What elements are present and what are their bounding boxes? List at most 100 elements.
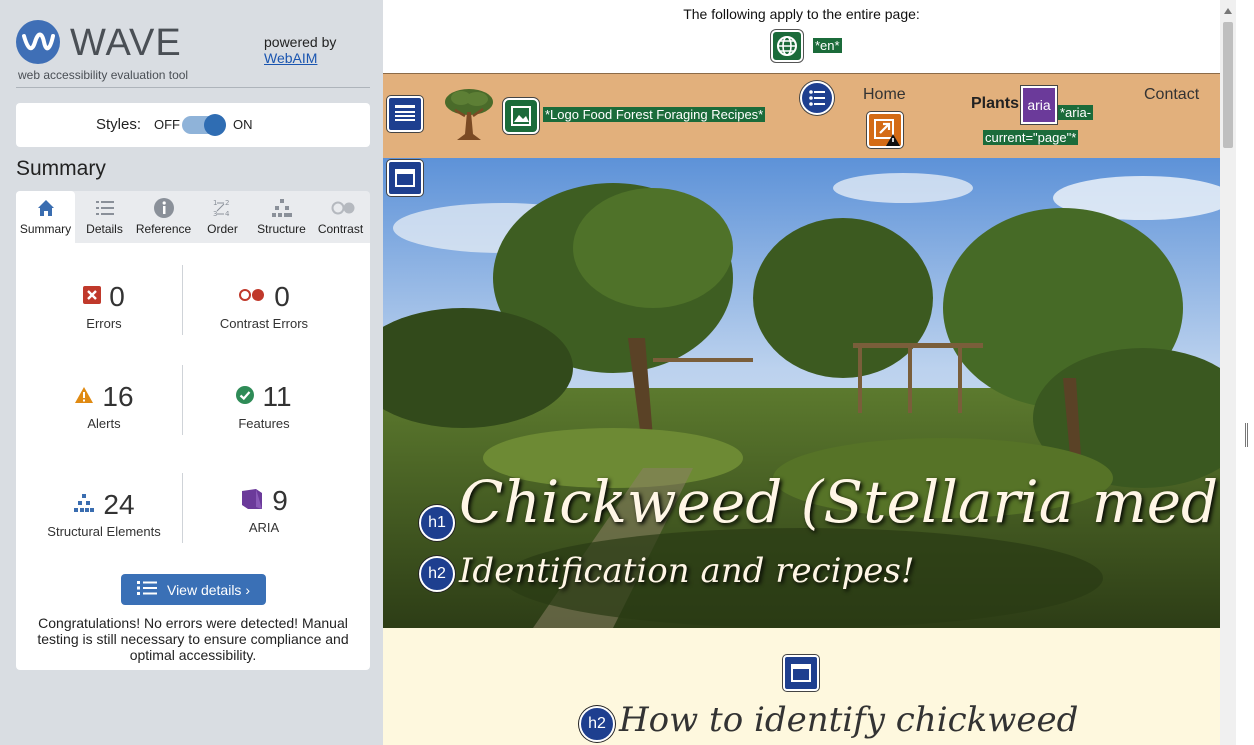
language-globe-icon[interactable] xyxy=(771,30,803,62)
summary-panel: 0 Errors 0 Contrast Errors 16 Alerts 11 … xyxy=(16,243,370,670)
evaluated-page: The following apply to the entire page: … xyxy=(383,0,1220,745)
stat-row: 9 xyxy=(184,484,344,518)
stat-aria[interactable]: 9 ARIA xyxy=(184,484,344,535)
stat-alerts[interactable]: 16 Alerts xyxy=(24,380,184,431)
svg-text:1: 1 xyxy=(213,199,217,207)
tab-contrast[interactable]: Contrast xyxy=(311,191,370,243)
nav-contact-link[interactable]: Contact xyxy=(1144,86,1199,104)
tab-details[interactable]: Details xyxy=(75,191,134,243)
alerts-count: 16 xyxy=(102,381,134,412)
language-tag: *en* xyxy=(813,38,842,53)
linked-image-icon[interactable] xyxy=(503,98,539,134)
stat-contrast-errors[interactable]: 0 Contrast Errors xyxy=(184,280,344,331)
features-count: 11 xyxy=(262,381,292,412)
error-icon xyxy=(83,285,102,309)
powered-by: powered by WebAIM xyxy=(264,34,336,66)
stat-row: 24 xyxy=(24,488,184,522)
webaim-link[interactable]: WebAIM xyxy=(264,50,336,66)
stat-errors[interactable]: 0 Errors xyxy=(24,280,184,331)
hero-banner: h1 Chickweed (Stellaria media) h2 Identi… xyxy=(383,158,1220,628)
feature-check-icon xyxy=(236,385,255,409)
styles-toggle-box: Styles: OFF ON xyxy=(16,103,370,147)
tab-label: Contrast xyxy=(317,222,364,236)
tab-label: Reference xyxy=(135,222,192,236)
styles-off-label: OFF xyxy=(154,117,180,132)
tab-label: Summary xyxy=(19,222,72,236)
tab-reference[interactable]: Reference xyxy=(134,191,193,243)
wave-tagline: web accessibility evaluation tool xyxy=(18,68,189,82)
stat-features[interactable]: 11 Features xyxy=(184,380,344,431)
aria-tag-line2: current="page"* xyxy=(983,130,1079,145)
tab-summary[interactable]: Summary xyxy=(16,191,75,243)
scroll-thumb[interactable] xyxy=(1223,22,1233,148)
structural-label: Structural Elements xyxy=(47,524,161,539)
alert-icon xyxy=(74,386,94,409)
structural-count: 24 xyxy=(103,489,135,520)
header-region-icon[interactable] xyxy=(387,96,423,132)
styles-on-label: ON xyxy=(233,117,253,132)
powered-by-label: powered by xyxy=(264,34,337,50)
h2-badge[interactable]: h2 xyxy=(579,706,615,742)
window-edge xyxy=(1236,0,1254,745)
home-icon xyxy=(35,197,57,219)
scroll-up-arrow-icon[interactable] xyxy=(1224,8,1232,14)
page-level-notices: The following apply to the entire page: … xyxy=(383,0,1220,73)
contrast-error-icon xyxy=(238,287,266,308)
wave-sidebar: WAVE web accessibility evaluation tool p… xyxy=(0,0,383,745)
features-label: Features xyxy=(238,416,290,431)
section-region-icon[interactable] xyxy=(783,655,819,691)
stat-structural[interactable]: 24 Structural Elements xyxy=(24,488,184,539)
aria-label: ARIA xyxy=(248,520,280,535)
logo-alt-text-tag: *Logo Food Forest Foraging Recipes* xyxy=(543,107,766,122)
congrats-message: Congratulations! No errors were detected… xyxy=(37,615,349,663)
resize-grip-icon[interactable] xyxy=(1245,423,1248,447)
section-heading: How to identify chickweed xyxy=(619,700,1079,740)
aria-tag-line1: *aria- xyxy=(1058,105,1094,120)
view-details-button[interactable]: View details › xyxy=(121,574,266,605)
svg-text:4: 4 xyxy=(225,210,230,218)
view-details-label: View details › xyxy=(166,581,250,598)
tab-order[interactable]: 1234 Order xyxy=(193,191,252,243)
styles-label: Styles: xyxy=(96,116,142,133)
structure-elements-icon xyxy=(73,493,95,518)
wave-logo-icon xyxy=(16,20,60,64)
tab-label: Structure xyxy=(257,222,306,236)
structure-icon xyxy=(271,197,293,219)
list-icon xyxy=(136,580,157,599)
contrast-errors-count: 0 xyxy=(274,281,290,312)
page-scrollbar[interactable] xyxy=(1220,0,1236,745)
stat-row: 11 xyxy=(184,380,344,414)
hero-subtitle: Identification and recipes! xyxy=(459,551,915,591)
main-region-icon[interactable] xyxy=(387,160,423,196)
nav-home-link[interactable]: Home xyxy=(863,86,906,104)
aria-current-tag: *aria- xyxy=(983,96,1098,130)
contrast-errors-label: Contrast Errors xyxy=(219,316,309,331)
stat-row: 0 xyxy=(24,280,184,314)
panel-tabs: Summary Details Reference 1234 Order Str… xyxy=(16,191,370,243)
redundant-link-alert-icon[interactable] xyxy=(867,112,903,148)
aria-count: 9 xyxy=(272,485,288,516)
tab-structure[interactable]: Structure xyxy=(252,191,311,243)
summary-heading: Summary xyxy=(16,157,106,180)
site-logo-tree-icon[interactable] xyxy=(443,86,495,142)
nav-list-icon[interactable] xyxy=(800,81,834,115)
h2-badge[interactable]: h2 xyxy=(419,556,455,592)
errors-label: Errors xyxy=(86,316,122,331)
wave-header: WAVE web accessibility evaluation tool p… xyxy=(16,20,370,88)
alerts-label: Alerts xyxy=(87,416,121,431)
tab-label: Details xyxy=(86,222,123,236)
content-section: h2 How to identify chickweed xyxy=(383,628,1220,745)
errors-count: 0 xyxy=(109,281,125,312)
contrast-icon xyxy=(330,197,354,219)
styles-toggle[interactable] xyxy=(182,114,226,136)
stat-row: 16 xyxy=(24,380,184,414)
info-icon xyxy=(153,197,175,219)
stat-row: 0 xyxy=(184,280,344,314)
svg-text:2: 2 xyxy=(225,199,229,207)
h1-badge[interactable]: h1 xyxy=(419,505,455,541)
tab-label: Order xyxy=(207,222,238,236)
site-header: *Logo Food Forest Foraging Recipes* Home… xyxy=(383,73,1220,158)
order-icon: 1234 xyxy=(212,197,234,219)
aria-icon xyxy=(240,487,264,516)
svg-text:3: 3 xyxy=(213,210,217,218)
